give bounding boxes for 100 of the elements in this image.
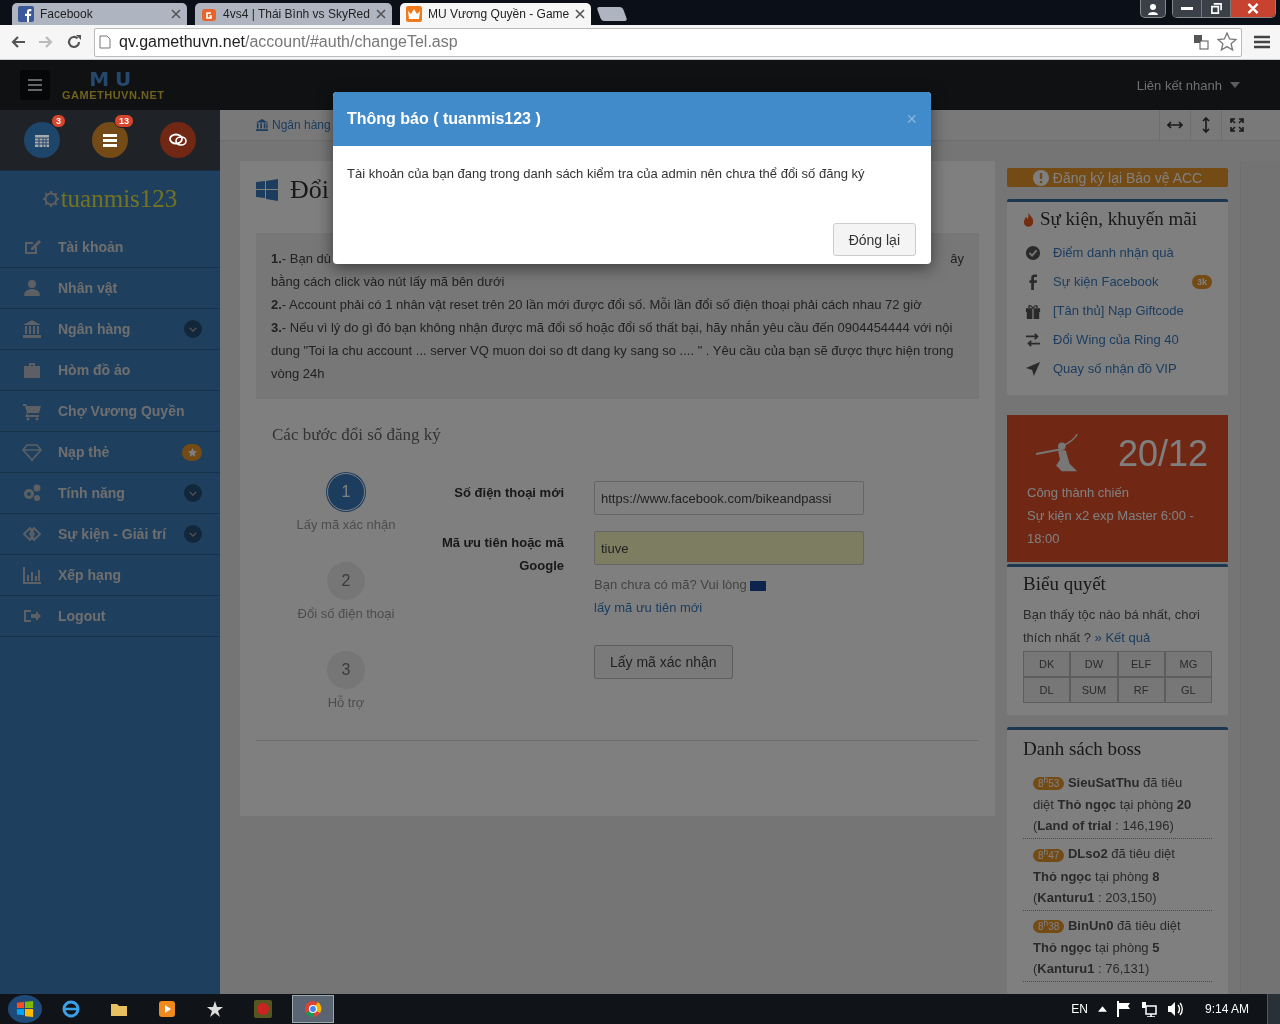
restore-button[interactable]	[1202, 0, 1231, 17]
vote-option-button[interactable]: DL	[1023, 677, 1071, 703]
results-link[interactable]: » Kết quả	[1094, 630, 1151, 645]
instruction-text: bằng cách click vào nút lấy mã bên dưới	[271, 273, 506, 291]
help-link[interactable]: lấy mã ưu tiên mới	[594, 600, 703, 615]
section-title: Các bước đổi số đăng ký	[272, 425, 442, 445]
breadcrumb-link[interactable]: Ngân hàng	[256, 118, 331, 132]
step-number[interactable]: 2	[327, 562, 365, 600]
quick-links-menu[interactable]: Liên kết nhanh	[1136, 77, 1240, 93]
logo-text[interactable]: GAMETHUVN.NET	[62, 88, 165, 102]
instruction-text: 2.- Account phải có 1 nhân vật reset trên 20 lần mới được đổi số. Mỗi lần đổi số điện thoại phải cách nhau 72 giờ	[271, 296, 923, 314]
expand-icon	[1230, 118, 1244, 132]
sidebar-item[interactable]: Sự kiện - Giải trí	[0, 514, 220, 555]
count-badge: 3k	[1192, 274, 1212, 289]
gear-icon	[42, 191, 59, 207]
page-icon	[99, 35, 111, 49]
address-bar[interactable]: qv.gamethuvn.net/account/#auth/changeTel.asp	[94, 27, 1242, 57]
vote-question: Bạn thấy tộc nào bá nhất, chơi thích nhất ? » Kết quả	[1023, 606, 1201, 647]
sidebar-item[interactable]: Tính năng	[0, 473, 220, 514]
shortcut-button[interactable]	[160, 122, 196, 158]
close-dialog-button[interactable]: Đóng lại	[832, 223, 916, 256]
close-icon[interactable]	[575, 9, 586, 19]
person-icon	[1147, 2, 1159, 15]
logo-mark[interactable]: MU	[89, 68, 138, 89]
event-link[interactable]: [Tân thủ] Nạp Giftcode	[1053, 303, 1184, 318]
event-link[interactable]: Điểm danh nhận quà	[1053, 245, 1174, 260]
back-icon[interactable]	[10, 34, 26, 50]
globe-icon	[61, 999, 81, 1019]
new-tab-button[interactable]	[596, 7, 628, 21]
tab-title: 4vs4 | Thái Bình vs SkyRed	[223, 7, 370, 21]
field-label: Mã ưu tiên hoặc mã Google	[440, 534, 564, 575]
user-button[interactable]	[1140, 0, 1166, 18]
minimize-button[interactable]	[1173, 0, 1202, 17]
step-number[interactable]: 1	[327, 473, 365, 511]
vote-option-button[interactable]: DW	[1070, 651, 1118, 677]
chart-icon	[22, 565, 42, 585]
windows-icon	[256, 179, 278, 201]
close-icon[interactable]	[171, 9, 181, 19]
re-register-button[interactable]: Đăng ký lại Bảo vệ ACC	[1007, 168, 1228, 187]
letter-icon	[201, 6, 217, 22]
event-link[interactable]: Quay số nhận đồ VIP	[1053, 361, 1177, 376]
check-icon	[1025, 244, 1041, 261]
help-text: Bạn chưa có mã? Vui lòng lấy mã ưu tiên mới	[594, 573, 864, 619]
exchange-icon	[1025, 331, 1041, 348]
browser-icon	[303, 999, 323, 1019]
up-arrow-icon[interactable]	[1097, 1006, 1107, 1012]
vote-option-button[interactable]: ELF	[1117, 651, 1165, 677]
tab-title: Facebook	[40, 7, 94, 21]
vote-option-button[interactable]: SUM	[1070, 677, 1118, 703]
menu-icon[interactable]	[1254, 35, 1270, 49]
reload-icon[interactable]	[66, 34, 82, 50]
event-link[interactable]: Sự kiện Facebook	[1053, 274, 1159, 289]
input-field[interactable]: tiuve	[594, 531, 864, 565]
chevron-icon	[184, 484, 202, 502]
bank-icon	[22, 319, 42, 339]
url-text: qv.gamethuvn.net/account/#auth/changeTel.asp	[119, 33, 458, 51]
facebook-icon	[18, 6, 34, 22]
close-window-button[interactable]	[1231, 0, 1275, 17]
star-icon[interactable]	[1217, 32, 1237, 52]
vote-option-button[interactable]: GL	[1164, 677, 1212, 703]
close-button[interactable]: ×	[906, 108, 917, 130]
dialog-message: Tài khoản của bạn đang trong danh sách kiểm tra của admin nên chưa thể đổi số đăng ký	[346, 165, 866, 181]
vote-option-button[interactable]: MG	[1164, 651, 1212, 677]
vote-option-button[interactable]: RF	[1117, 677, 1165, 703]
input-field[interactable]: https://www.facebook.com/bikeandpassi	[594, 481, 864, 515]
clock[interactable]: 9:14 AM	[1204, 1002, 1249, 1016]
chat-icon	[169, 131, 187, 149]
shortcut-button[interactable]	[92, 122, 128, 158]
menu-button[interactable]	[20, 70, 50, 100]
browser-tab[interactable]: 4vs4 | Thái Bình vs SkyRed	[195, 3, 392, 25]
flag-icon[interactable]	[1116, 1001, 1131, 1017]
vote-option-button[interactable]: DK	[1023, 651, 1071, 677]
translate-icon[interactable]	[1193, 34, 1209, 50]
network-icon[interactable]	[1140, 1001, 1157, 1017]
field-label: Số điện thoại mới	[453, 484, 564, 502]
star-icon	[182, 443, 202, 461]
volume-icon[interactable]	[1166, 1001, 1183, 1017]
get-code-button[interactable]: Lấy mã xác nhận	[594, 645, 733, 679]
sidebar-item[interactable]: Nạp thẻ	[0, 432, 220, 473]
sidebar-item[interactable]: Hòm đồ ảo	[0, 350, 220, 391]
event-link[interactable]: Đổi Wing của Ring 40	[1053, 332, 1179, 347]
count-badge: 3	[51, 114, 66, 128]
horizontal-arrows-icon	[1167, 121, 1183, 129]
browser-tab[interactable]: MU Vương Quyền - Game	[399, 3, 592, 25]
gears-icon	[22, 483, 42, 503]
server-icon	[101, 131, 119, 149]
close-icon[interactable]	[375, 9, 386, 19]
language-indicator[interactable]: EN	[1071, 1002, 1088, 1016]
step-number[interactable]: 3	[327, 651, 365, 689]
dialog-title: Thông báo ( tuanmis123 )	[347, 110, 541, 128]
diamond-icon	[22, 442, 42, 462]
restore-icon	[1210, 3, 1222, 14]
shortcut-button[interactable]	[24, 122, 60, 158]
event-date: 20/12	[1117, 433, 1208, 475]
sidebar-item[interactable]: Ngân hàng	[0, 309, 220, 350]
minimize-icon	[1181, 6, 1193, 11]
user-icon	[22, 278, 42, 298]
browser-tab[interactable]: Facebook	[12, 3, 187, 25]
instruction-text: 3.- Nếu vì lý do gì đó bạn không nhận được mã đổi số hoặc đổi số thất bại, hãy nhắn yêu cầu đến 0904454444 với nội dung "Toi la chu account ... server VQ muon doi so dt dang ky sang so .... " . Yêu cầu của bạn sẽ được thực hiện trong vòng 24h	[271, 319, 955, 383]
start-button[interactable]	[8, 995, 42, 1023]
